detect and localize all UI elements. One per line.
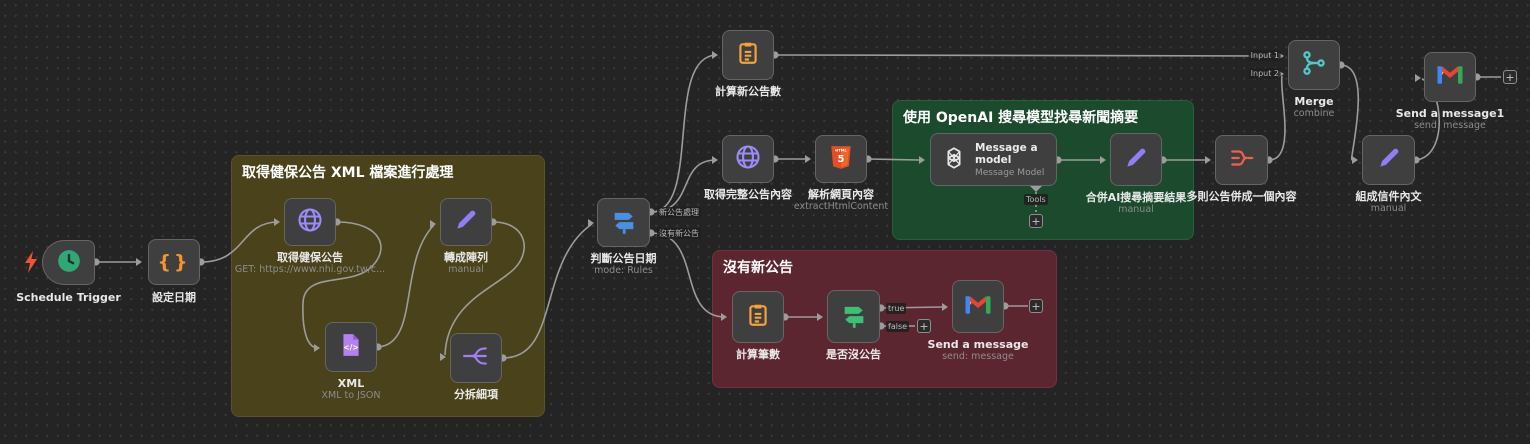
- html5-icon: HTML 5: [828, 144, 854, 174]
- node-get-full-content[interactable]: 取得完整公告內容: [722, 135, 774, 183]
- group-title: 取得健保公告 XML 檔案進行處理: [232, 156, 544, 188]
- switch-output-label-1: 新公告處理: [657, 207, 701, 218]
- gmail-icon: [1435, 63, 1465, 91]
- node-aggregate[interactable]: 多則公告併成一個內容: [1215, 135, 1268, 185]
- svg-text:</>: </>: [343, 343, 358, 352]
- add-node-button-false-branch[interactable]: +: [917, 319, 931, 333]
- node-label: Merge: [1194, 96, 1434, 109]
- node-subtitle: send: message: [1330, 121, 1530, 131]
- node-openai-message-model[interactable]: Message a model Message Model: [930, 133, 1057, 186]
- node-merge-ai-results[interactable]: 合併AI搜尋摘要結果 manual: [1110, 133, 1162, 186]
- node-merge[interactable]: Merge combine: [1288, 40, 1340, 90]
- node-schedule-trigger[interactable]: Schedule Trigger: [42, 240, 95, 285]
- node-gmail-send-message1[interactable]: Send a message1 send: message: [1424, 52, 1476, 102]
- globe-icon: [296, 206, 324, 238]
- clipboard-icon: [745, 302, 771, 332]
- node-subtitle: manual: [1269, 204, 1509, 214]
- svg-text:5: 5: [838, 154, 845, 165]
- openai-icon: [941, 145, 967, 175]
- conn-countnew-merge1: [775, 55, 1277, 56]
- tools-port-label: Tools: [1024, 194, 1048, 205]
- node-split-items[interactable]: 分拆細項: [450, 333, 502, 383]
- xml-file-icon: </>: [338, 332, 364, 362]
- node-label: 取得完整公告內容: [628, 189, 868, 202]
- node-switch-date[interactable]: 判斷公告日期 mode: Rules: [597, 198, 650, 247]
- conn-switch-countnew: [651, 55, 716, 212]
- node-label: 計算新公告數: [628, 86, 868, 99]
- openai-node-text: Message a model Message Model: [975, 142, 1056, 178]
- node-parse-html[interactable]: HTML 5 解析網頁內容 extractHtmlContent: [815, 135, 867, 183]
- node-label: Message a model: [975, 142, 1056, 166]
- workflow-canvas[interactable]: 取得健保公告 XML 檔案進行處理 使用 OpenAI 搜尋模型找尋新聞摘要 沒…: [0, 0, 1530, 444]
- if-output-label-false: false: [886, 321, 909, 332]
- gmail-icon: [963, 293, 993, 321]
- add-node-button-final[interactable]: +: [1503, 70, 1517, 84]
- execute-bolt-icon[interactable]: [23, 250, 39, 274]
- globe-icon: [734, 143, 762, 175]
- node-gmail-send-message[interactable]: Send a message send: message: [952, 280, 1004, 333]
- add-node-button-gmail[interactable]: +: [1029, 299, 1043, 313]
- node-to-array[interactable]: 轉成陣列 manual: [440, 198, 492, 246]
- node-if-no-announcement[interactable]: 是否沒公告: [827, 290, 880, 343]
- switch-output-label-2: 沒有新公告: [657, 228, 701, 239]
- node-subtitle: combine: [1194, 109, 1434, 119]
- conn-merge-compose: [1341, 65, 1358, 160]
- svg-text:HTML: HTML: [835, 149, 847, 153]
- node-label: Send a message1: [1330, 108, 1530, 121]
- merge-input-label-1: Input 1: [1249, 50, 1281, 61]
- braces-icon: {}: [157, 251, 190, 273]
- merge-input-label-2: Input 2: [1249, 68, 1281, 79]
- if-icon: [840, 301, 868, 333]
- aggregate-icon: [1228, 145, 1256, 175]
- merge-icon: [1300, 49, 1328, 81]
- clipboard-icon: [735, 40, 761, 70]
- split-out-icon: [461, 343, 491, 373]
- conn-switch-getfull: [651, 160, 716, 212]
- node-subtitle: Message Model: [975, 168, 1056, 178]
- pencil-icon: [1376, 145, 1402, 175]
- pencil-icon: [453, 207, 479, 237]
- conn-aggregate-merge2: [1269, 76, 1285, 160]
- node-label: Schedule Trigger: [0, 292, 189, 305]
- group-title: 使用 OpenAI 搜尋模型找尋新聞摘要: [893, 101, 1193, 133]
- node-count-new[interactable]: 計算新公告數: [722, 30, 774, 80]
- group-title: 沒有新公告: [713, 251, 1056, 283]
- clock-icon: [56, 248, 82, 278]
- node-count-rows[interactable]: 計算筆數: [732, 291, 784, 343]
- add-tool-button[interactable]: +: [1029, 214, 1043, 228]
- pencil-icon: [1123, 145, 1149, 175]
- if-output-label-true: true: [886, 303, 906, 314]
- node-compose-email[interactable]: 組成信件內文 manual: [1362, 135, 1415, 185]
- node-xml[interactable]: </> XML XML to JSON: [325, 322, 377, 372]
- node-label: 組成信件內文: [1269, 191, 1509, 204]
- node-get-announcement[interactable]: 取得健保公告 GET: https://www.nhi.gov.tw/c...: [284, 198, 336, 246]
- switch-icon: [610, 207, 638, 239]
- node-set-date[interactable]: {} 設定日期: [148, 239, 200, 285]
